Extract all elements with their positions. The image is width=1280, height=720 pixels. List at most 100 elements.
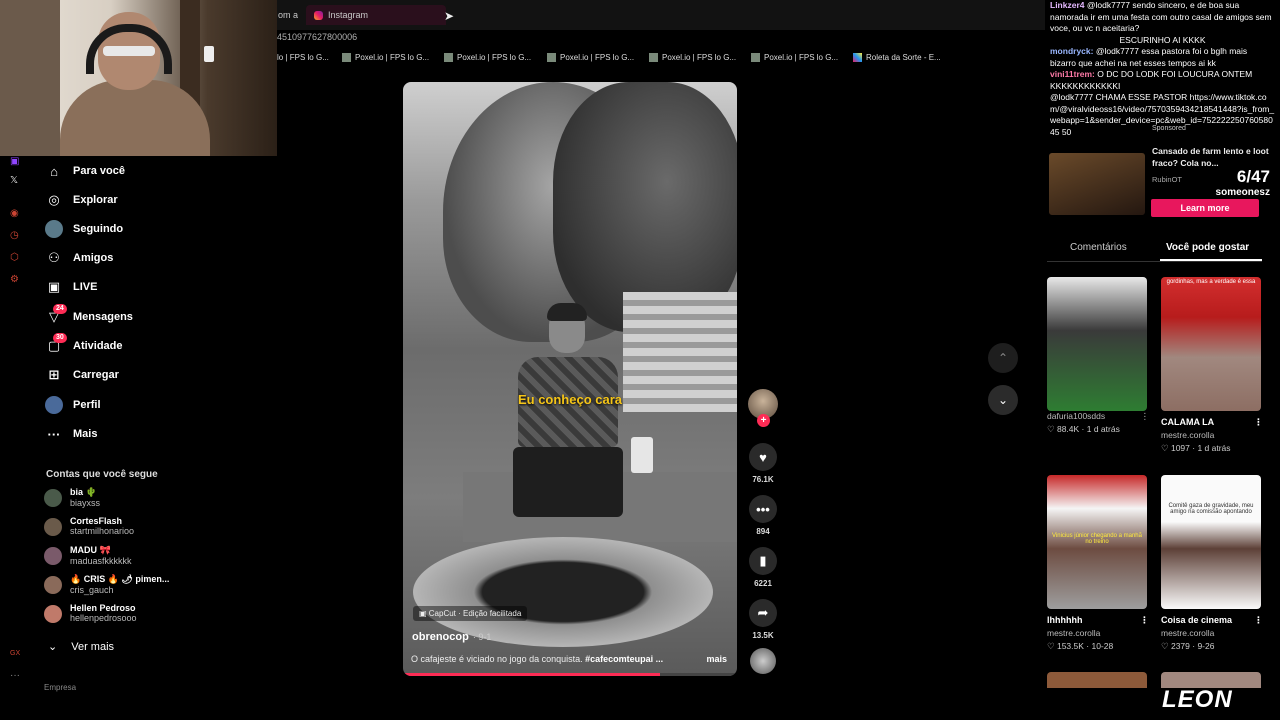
suggested-video-card[interactable]: Comitê gaza de gravidade, meu amigo na c… (1161, 475, 1263, 652)
thumbnail-caption: Vinicius júnior chegando a manhã no trei… (1052, 533, 1142, 545)
bookmark-item[interactable]: Poxel.io | FPS lo G... (547, 53, 634, 62)
ad-brand: RubinOT (1152, 175, 1183, 184)
nav-para-voce[interactable]: ⌂ Para você (45, 159, 125, 183)
twitch-icon[interactable]: ▣ (10, 156, 19, 167)
cube-icon[interactable]: ⬡ (10, 252, 19, 263)
account-name: MADU 🎀 (70, 545, 111, 555)
friends-icon: ⚇ (48, 250, 60, 265)
followed-account[interactable]: 🔥 CRIS 🔥 🌶 pimen... cris_gauch (44, 574, 169, 595)
video-player[interactable]: Eu conheço cara ▣ CapCut · Edição facili… (403, 82, 737, 676)
card-title: CALAMA LA (1161, 417, 1215, 427)
learn-more-button[interactable]: Learn more (1151, 199, 1259, 217)
video-thumbnail-partial[interactable] (1047, 672, 1147, 688)
nav-explorar[interactable]: ◎ Explorar (45, 188, 117, 212)
video-thumbnail: Vinicius júnior chegando a manhã no trei… (1047, 475, 1147, 609)
card-stats: ♡ 88.4K · 1 d atrás (1047, 424, 1120, 434)
share-icon: ➦ (749, 599, 777, 627)
nav-atividade[interactable]: ▢ 30 Atividade (45, 333, 123, 358)
account-name: CortesFlash (70, 516, 123, 526)
more-options-icon[interactable]: ⋮ (1254, 417, 1263, 428)
card-user[interactable]: dafuria100sdds (1047, 411, 1105, 421)
avatar (44, 605, 62, 623)
nav-amigos[interactable]: ⚇ Amigos (45, 246, 113, 270)
nav-carregar[interactable]: ⊞ Carregar (45, 363, 119, 387)
capcut-badge[interactable]: ▣ CapCut · Edição facilitada (413, 606, 528, 621)
card-user[interactable]: mestre.corolla (1161, 430, 1263, 440)
next-video-button[interactable]: ⌄ (988, 385, 1018, 415)
followed-account[interactable]: MADU 🎀 maduasfkkkkkk (44, 545, 132, 566)
suggested-video-card[interactable]: dafuria100sdds ⋮ ♡ 88.4K · 1 d atrás (1047, 277, 1149, 435)
bookmark-roleta[interactable]: Roleta da Sorte - E... (853, 53, 941, 62)
browser-tab-instagram[interactable]: Instagram (306, 5, 446, 25)
like-button[interactable]: ♥ 76.1K (748, 443, 778, 484)
bookmark-item[interactable]: Poxel.io | FPS lo G... (649, 53, 736, 62)
account-handle: biayxss (70, 498, 101, 508)
card-user[interactable]: mestre.corolla (1161, 628, 1263, 638)
save-button[interactable]: ▮ 6221 (748, 547, 778, 588)
bookmark-item[interactable]: Poxel.io | FPS lo G... (751, 53, 838, 62)
favicon-icon (649, 53, 658, 62)
chevron-down-icon: ⌄ (997, 393, 1009, 407)
bookmark-item[interactable]: Poxel.io | FPS lo G... (444, 53, 531, 62)
favicon-icon (751, 53, 760, 62)
chat-message: ESCURINHO AI KKKK (1050, 35, 1275, 47)
account-handle: hellenpedrosooo (70, 613, 137, 623)
more-options-icon[interactable]: ⋮ (1140, 615, 1149, 626)
x-icon[interactable]: 𝕏 (10, 175, 18, 186)
nav-perfil[interactable]: ● Perfil (45, 393, 101, 417)
description-text: O cafajeste é viciado no jogo da conquis… (411, 654, 586, 664)
chat-message: Linkzer4 @lodk7777 sendo sincero, e de b… (1050, 0, 1275, 35)
video-thumbnail: Comitê gaza de gravidade, meu amigo na c… (1161, 475, 1261, 609)
comment-icon: ••• (749, 495, 777, 523)
nav-mais[interactable]: ··· Mais (45, 422, 98, 446)
video-progress-bar[interactable] (403, 673, 737, 676)
chat-message: mondryck: @lodk7777 essa pastora foi o b… (1050, 46, 1275, 69)
more-options-icon[interactable]: ⋮ (1141, 411, 1150, 422)
thumbnail-caption: Comitê gaza de gravidade, meu amigo na c… (1168, 503, 1254, 515)
follow-plus-icon[interactable]: + (757, 414, 770, 427)
card-stats: ♡ 1097 · 1 d atrás (1161, 443, 1231, 453)
following-heading: Contas que você segue (46, 469, 158, 480)
card-user[interactable]: mestre.corolla (1047, 628, 1149, 638)
messages-icon: ▽ 24 (45, 304, 67, 326)
bookmark-item[interactable]: Poxel.io | FPS lo G... (342, 53, 429, 62)
bookmark-label: lo | FPS lo G... (277, 53, 329, 62)
followed-account[interactable]: Hellen Pedroso hellenpedrosooo (44, 603, 137, 623)
video-person-legs (513, 447, 623, 517)
suggested-video-card[interactable]: Vinicius júnior chegando a manhã no trei… (1047, 475, 1149, 652)
company-link[interactable]: Empresa (44, 683, 76, 692)
previous-video-button[interactable]: ⌃ (988, 343, 1018, 373)
share-button[interactable]: ➦ 13.5K (748, 599, 778, 640)
tab-comentarios[interactable]: Comentários (1070, 242, 1127, 253)
video-cup (631, 437, 653, 473)
record-icon[interactable]: ◉ (10, 208, 19, 219)
home-icon: ⌂ (50, 163, 58, 179)
nav-label: Perfil (73, 399, 101, 411)
bookmark-item[interactable]: lo | FPS lo G... (277, 53, 329, 62)
nav-mensagens[interactable]: ▽ 24 Mensagens (45, 304, 133, 329)
see-more-button[interactable]: ⌄ Ver mais (48, 640, 114, 654)
active-tab-indicator (1160, 259, 1262, 261)
settings-icon[interactable]: ⚙ (10, 274, 19, 285)
card-title: lhhhhhh (1047, 615, 1083, 625)
card-stats: ♡ 153.5K · 10-28 (1047, 641, 1114, 651)
followed-account[interactable]: CortesFlash startmilhonarioo (44, 516, 134, 536)
comment-button[interactable]: ••• 894 (748, 495, 778, 536)
more-button[interactable]: mais (706, 654, 727, 664)
upload-icon: ⊞ (48, 367, 60, 382)
followed-account[interactable]: bia 🌵 biayxss (44, 487, 100, 508)
tab-voce-pode-gostar[interactable]: Você pode gostar (1166, 242, 1249, 253)
video-person-hair (547, 303, 587, 321)
nav-live[interactable]: ▣ LIVE (45, 275, 98, 299)
cam-background (0, 0, 60, 156)
more-options-icon[interactable]: ⋮ (1254, 615, 1263, 626)
sponsored-ad[interactable]: Sponsored Cansado de farm lento e loot f… (1047, 123, 1280, 221)
gx-icon[interactable]: GX (10, 650, 20, 657)
music-disc-icon[interactable] (750, 648, 776, 674)
suggested-video-card[interactable]: gordinhas, mas a verdade é essa CALAMA L… (1161, 277, 1263, 454)
nav-seguindo[interactable]: ● Seguindo (45, 217, 123, 241)
clock-icon[interactable]: ◷ (10, 230, 19, 241)
video-author[interactable]: obrenocop · 9-1 (412, 631, 491, 643)
hashtag-link[interactable]: #cafecomteupai ... (585, 654, 663, 664)
more-icon[interactable]: ··· (10, 670, 20, 681)
